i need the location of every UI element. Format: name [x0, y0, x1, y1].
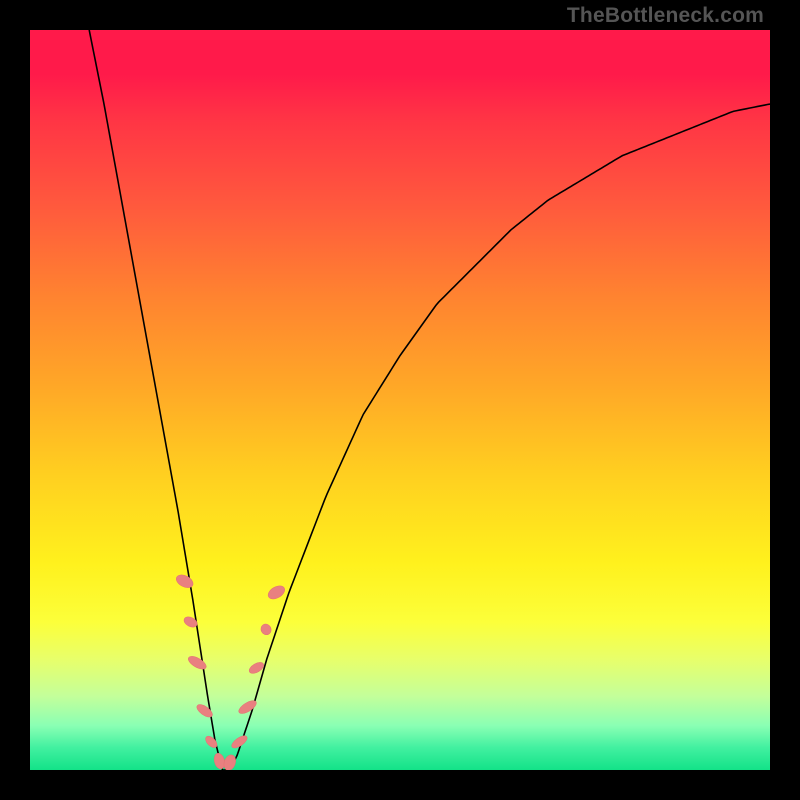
bead-marker	[266, 583, 287, 602]
bead-marker	[186, 654, 208, 672]
bead-marker	[174, 572, 195, 590]
bead-marker	[259, 622, 273, 636]
outer-frame: TheBottleneck.com	[0, 0, 800, 800]
bead-marker	[237, 698, 259, 716]
watermark-text: TheBottleneck.com	[567, 4, 764, 28]
bead-marker	[222, 753, 238, 770]
bottleneck-curve	[30, 30, 770, 770]
bead-markers	[174, 572, 287, 770]
